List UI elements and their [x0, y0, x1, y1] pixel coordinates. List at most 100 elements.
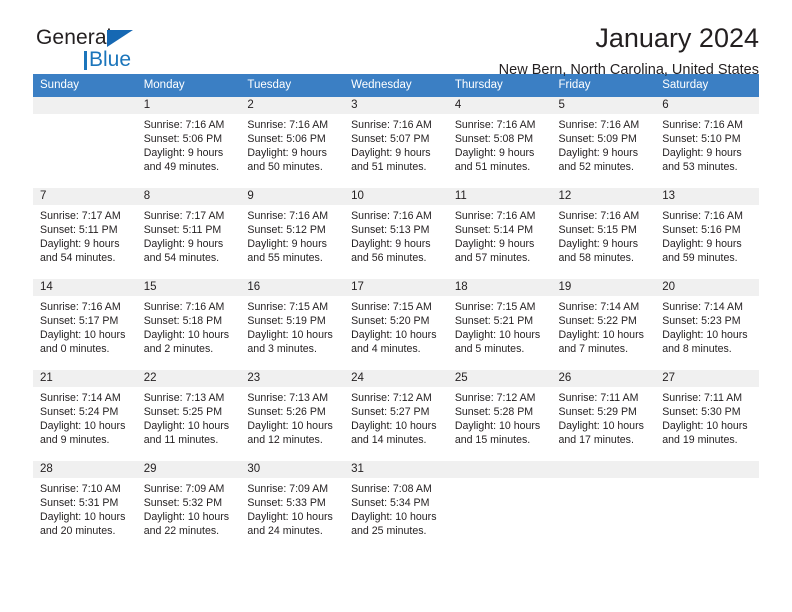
daylight-text-cont: and 2 minutes.: [143, 343, 214, 356]
day-cell[interactable]: 2 Sunrise: 7:16 AM Sunset: 5:06 PM Daylight…: [240, 97, 345, 188]
day-number: 18: [447, 279, 552, 296]
sunset-text: Sunset: 5:12 PM: [247, 224, 326, 237]
daylight-text-cont: and 53 minutes.: [662, 161, 738, 174]
day-cell[interactable]: 27 Sunrise: 7:11 AM Sunset: 5:30 PM Dayligh…: [655, 369, 759, 461]
day-cell[interactable]: 22 Sunrise: 7:13 AM Sunset: 5:25 PM Dayligh…: [136, 369, 241, 461]
calendar-week-row: 14 Sunrise: 7:16 AM Sunset: 5:17 PM Dayligh…: [33, 278, 759, 370]
day-number: 21: [33, 370, 137, 387]
daylight-text: Daylight: 10 hours: [662, 420, 748, 433]
daylight-text: Daylight: 10 hours: [40, 511, 126, 524]
day-number: [33, 97, 137, 114]
day-details: Sunrise: 7:09 AM Sunset: 5:33 PM Daylight:…: [240, 478, 344, 538]
day-cell[interactable]: 6 Sunrise: 7:16 AM Sunset: 5:10 PM Daylight…: [655, 97, 759, 188]
daylight-text: Daylight: 10 hours: [143, 329, 230, 342]
general-blue-logo[interactable]: General Blue: [36, 26, 166, 74]
day-cell[interactable]: 24 Sunrise: 7:12 AM Sunset: 5:27 PM Dayligh…: [344, 369, 448, 461]
daylight-text: Daylight: 10 hours: [454, 329, 541, 342]
day-details: Sunrise: 7:16 AM Sunset: 5:09 PM Daylight:…: [552, 114, 656, 174]
day-details: Sunrise: 7:11 AM Sunset: 5:29 PM Daylight:…: [552, 387, 656, 447]
day-cell[interactable]: 3 Sunrise: 7:16 AM Sunset: 5:07 PM Daylight…: [344, 97, 448, 188]
day-details: Sunrise: 7:16 AM Sunset: 5:16 PM Daylight:…: [655, 205, 759, 265]
day-cell[interactable]: 12 Sunrise: 7:16 AM Sunset: 5:15 PM Dayligh…: [551, 187, 656, 279]
column-header-monday: Monday: [136, 74, 241, 97]
day-details: Sunrise: 7:13 AM Sunset: 5:26 PM Daylight:…: [240, 387, 344, 447]
daylight-text-cont: and 3 minutes.: [247, 343, 317, 356]
sunset-text: Sunset: 5:31 PM: [40, 497, 119, 510]
title-block: January 2024 New Bern, North Carolina, U…: [499, 22, 759, 79]
day-cell[interactable]: 26 Sunrise: 7:11 AM Sunset: 5:29 PM Dayligh…: [551, 369, 656, 461]
day-cell[interactable]: 13 Sunrise: 7:16 AM Sunset: 5:16 PM Dayligh…: [655, 187, 759, 279]
day-cell[interactable]: 7 Sunrise: 7:17 AM Sunset: 5:11 PM Daylight…: [33, 187, 137, 279]
sunset-text: Sunset: 5:32 PM: [143, 497, 223, 510]
day-cell[interactable]: 18 Sunrise: 7:15 AM Sunset: 5:21 PM Dayligh…: [447, 278, 552, 370]
day-details: Sunrise: 7:16 AM Sunset: 5:06 PM Daylight:…: [137, 114, 241, 174]
day-cell-empty: [655, 460, 759, 552]
daylight-text: Daylight: 10 hours: [351, 329, 437, 342]
daylight-text: Daylight: 10 hours: [558, 329, 644, 342]
sunset-text: Sunset: 5:14 PM: [454, 224, 534, 237]
day-cell[interactable]: 17 Sunrise: 7:15 AM Sunset: 5:20 PM Dayligh…: [344, 278, 448, 370]
day-number: 2: [240, 97, 345, 114]
day-cell[interactable]: 23 Sunrise: 7:13 AM Sunset: 5:26 PM Dayligh…: [240, 369, 345, 461]
day-cell[interactable]: 8 Sunrise: 7:17 AM Sunset: 5:11 PM Daylight…: [136, 187, 241, 279]
sunset-text: Sunset: 5:06 PM: [143, 133, 223, 146]
daylight-text: Daylight: 10 hours: [351, 511, 437, 524]
sunset-text: Sunset: 5:22 PM: [558, 315, 637, 328]
day-number: 6: [655, 97, 759, 114]
day-cell[interactable]: 5 Sunrise: 7:16 AM Sunset: 5:09 PM Daylight…: [551, 97, 656, 188]
day-details: Sunrise: 7:14 AM Sunset: 5:23 PM Daylight:…: [655, 296, 759, 356]
day-details: Sunrise: 7:17 AM Sunset: 5:11 PM Daylight:…: [33, 205, 137, 265]
daylight-text-cont: and 0 minutes.: [40, 343, 110, 356]
sunrise-text: Sunrise: 7:09 AM: [247, 483, 329, 495]
daylight-text-cont: and 15 minutes.: [454, 434, 531, 447]
sunrise-text: Sunrise: 7:13 AM: [247, 392, 329, 404]
day-number: 5: [551, 97, 656, 114]
daylight-text-cont: and 54 minutes.: [143, 252, 220, 265]
day-cell[interactable]: 20 Sunrise: 7:14 AM Sunset: 5:23 PM Dayligh…: [655, 278, 759, 370]
sunset-text: Sunset: 5:13 PM: [351, 224, 430, 237]
sunset-text: Sunset: 5:24 PM: [40, 406, 119, 419]
day-cell[interactable]: 9 Sunrise: 7:16 AM Sunset: 5:12 PM Daylight…: [240, 187, 345, 279]
daylight-text-cont: and 59 minutes.: [662, 252, 738, 265]
day-cell[interactable]: 30 Sunrise: 7:09 AM Sunset: 5:33 PM Dayligh…: [240, 460, 345, 552]
daylight-text-cont: and 14 minutes.: [351, 434, 427, 447]
day-cell[interactable]: 15 Sunrise: 7:16 AM Sunset: 5:18 PM Dayligh…: [136, 278, 241, 370]
sunset-text: Sunset: 5:28 PM: [454, 406, 534, 419]
sunset-text: Sunset: 5:10 PM: [662, 133, 741, 146]
sunrise-text: Sunrise: 7:16 AM: [351, 119, 432, 131]
day-cell[interactable]: 29 Sunrise: 7:09 AM Sunset: 5:32 PM Dayligh…: [136, 460, 241, 552]
daylight-text-cont: and 52 minutes.: [558, 161, 634, 174]
day-cell[interactable]: 10 Sunrise: 7:16 AM Sunset: 5:13 PM Dayligh…: [344, 187, 448, 279]
sunset-text: Sunset: 5:19 PM: [247, 315, 326, 328]
daylight-text: Daylight: 9 hours: [351, 238, 431, 251]
sunrise-text: Sunrise: 7:11 AM: [662, 392, 743, 404]
day-cell[interactable]: 31 Sunrise: 7:08 AM Sunset: 5:34 PM Dayligh…: [344, 460, 448, 552]
sunset-text: Sunset: 5:30 PM: [662, 406, 741, 419]
sunset-text: Sunset: 5:25 PM: [143, 406, 223, 419]
daylight-text-cont: and 8 minutes.: [662, 343, 732, 356]
sunset-text: Sunset: 5:29 PM: [558, 406, 637, 419]
day-cell[interactable]: 4 Sunrise: 7:16 AM Sunset: 5:08 PM Daylight…: [447, 97, 552, 188]
daylight-text-cont: and 51 minutes.: [454, 161, 531, 174]
sunset-text: Sunset: 5:11 PM: [40, 224, 118, 237]
daylight-text-cont: and 50 minutes.: [247, 161, 323, 174]
day-cell[interactable]: 14 Sunrise: 7:16 AM Sunset: 5:17 PM Dayligh…: [33, 278, 137, 370]
page-header: General Blue January 2024 New Bern, Nort…: [33, 0, 759, 78]
day-cell[interactable]: 1 Sunrise: 7:16 AM Sunset: 5:06 PM Daylight…: [136, 97, 241, 188]
sunrise-text: Sunrise: 7:16 AM: [247, 210, 329, 222]
sunrise-text: Sunrise: 7:16 AM: [662, 119, 743, 131]
daylight-text-cont: and 58 minutes.: [558, 252, 634, 265]
day-number: [447, 461, 552, 478]
day-cell[interactable]: 16 Sunrise: 7:15 AM Sunset: 5:19 PM Dayligh…: [240, 278, 345, 370]
sunrise-text: Sunrise: 7:16 AM: [351, 210, 432, 222]
day-cell[interactable]: 19 Sunrise: 7:14 AM Sunset: 5:22 PM Dayligh…: [551, 278, 656, 370]
day-details: Sunrise: 7:14 AM Sunset: 5:24 PM Daylight:…: [33, 387, 137, 447]
column-header-tuesday: Tuesday: [240, 74, 345, 97]
day-details: Sunrise: 7:15 AM Sunset: 5:19 PM Daylight:…: [240, 296, 344, 356]
day-cell[interactable]: 11 Sunrise: 7:16 AM Sunset: 5:14 PM Dayligh…: [447, 187, 552, 279]
daylight-text-cont: and 56 minutes.: [351, 252, 427, 265]
day-cell[interactable]: 21 Sunrise: 7:14 AM Sunset: 5:24 PM Dayligh…: [33, 369, 137, 461]
day-number: 7: [33, 188, 137, 205]
day-cell[interactable]: 25 Sunrise: 7:12 AM Sunset: 5:28 PM Dayligh…: [447, 369, 552, 461]
day-cell[interactable]: 28 Sunrise: 7:10 AM Sunset: 5:31 PM Dayligh…: [33, 460, 137, 552]
